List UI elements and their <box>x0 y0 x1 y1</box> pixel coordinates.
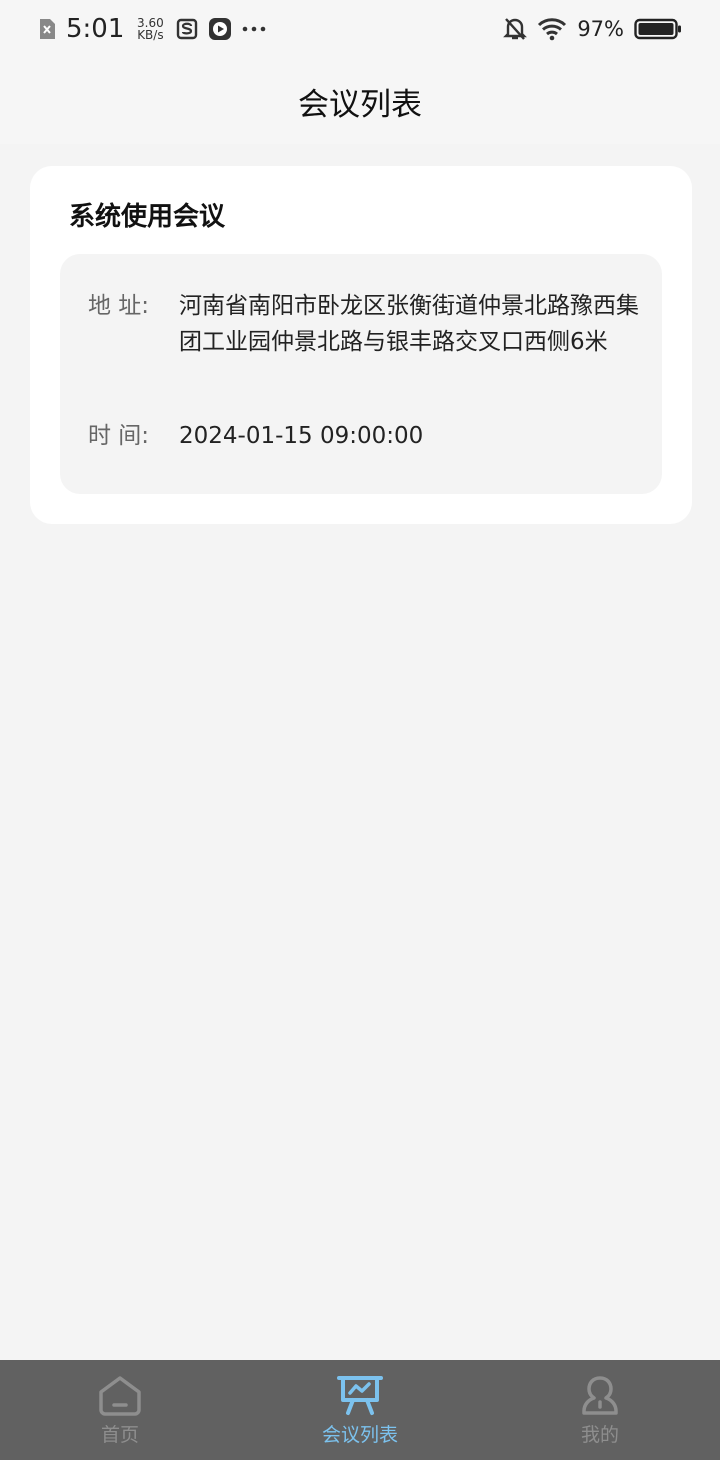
screenshot-icon <box>177 18 198 40</box>
network-speed: 3.60 KB/s <box>134 17 166 41</box>
play-icon <box>209 18 232 40</box>
bottom-tab-bar: 首页 会议列表 我的 <box>0 1360 720 1460</box>
page-title: 会议列表 <box>298 86 422 123</box>
meeting-info-box: 地 址: 河南省南阳市卧龙区张衡街道仲景北路豫西集团工业园仲景北路与银丰路交叉口… <box>60 254 662 494</box>
status-bar: 5:01 3.60 KB/s 97% <box>0 0 720 58</box>
tab-meeting-list-label: 会议列表 <box>321 1424 398 1446</box>
battery-percent: 97% <box>577 17 624 41</box>
address-row: 地 址: 河南省南阳市卧龙区张衡街道仲景北路豫西集团工业园仲景北路与银丰路交叉口… <box>88 288 649 360</box>
wifi-icon <box>538 18 567 41</box>
status-right: 97% <box>503 16 682 42</box>
user-icon <box>582 1376 618 1415</box>
address-value: 河南省南阳市卧龙区张衡街道仲景北路豫西集团工业园仲景北路与银丰路交叉口西侧6米 <box>179 293 639 355</box>
battery-icon <box>634 18 681 40</box>
time-value: 2024-01-15 09:00:00 <box>179 423 424 449</box>
time-label: 时 间: <box>88 423 150 449</box>
address-label: 地 址: <box>88 293 150 319</box>
bell-muted-icon <box>503 18 528 40</box>
tab-home-label: 首页 <box>100 1424 139 1446</box>
tab-mine-label: 我的 <box>580 1424 619 1446</box>
time-row: 时 间: 2024-01-15 09:00:00 <box>88 418 649 454</box>
tab-meeting-list[interactable]: 会议列表 <box>240 1360 480 1460</box>
tab-mine[interactable]: 我的 <box>480 1360 720 1460</box>
network-speed-unit: KB/s <box>137 28 164 42</box>
sim-error-icon <box>40 19 55 39</box>
presentation-icon <box>337 1376 383 1415</box>
more-icon <box>243 26 266 32</box>
status-time: 5:01 <box>66 14 125 44</box>
title-bar: 会议列表 <box>0 58 720 144</box>
meeting-title: 系统使用会议 <box>69 202 226 232</box>
meeting-card[interactable]: 系统使用会议 地 址: 河南省南阳市卧龙区张衡街道仲景北路豫西集团工业园仲景北路… <box>30 166 692 524</box>
status-left: 5:01 3.60 KB/s <box>38 14 266 44</box>
tab-home[interactable]: 首页 <box>0 1360 240 1460</box>
home-icon <box>99 1376 141 1416</box>
